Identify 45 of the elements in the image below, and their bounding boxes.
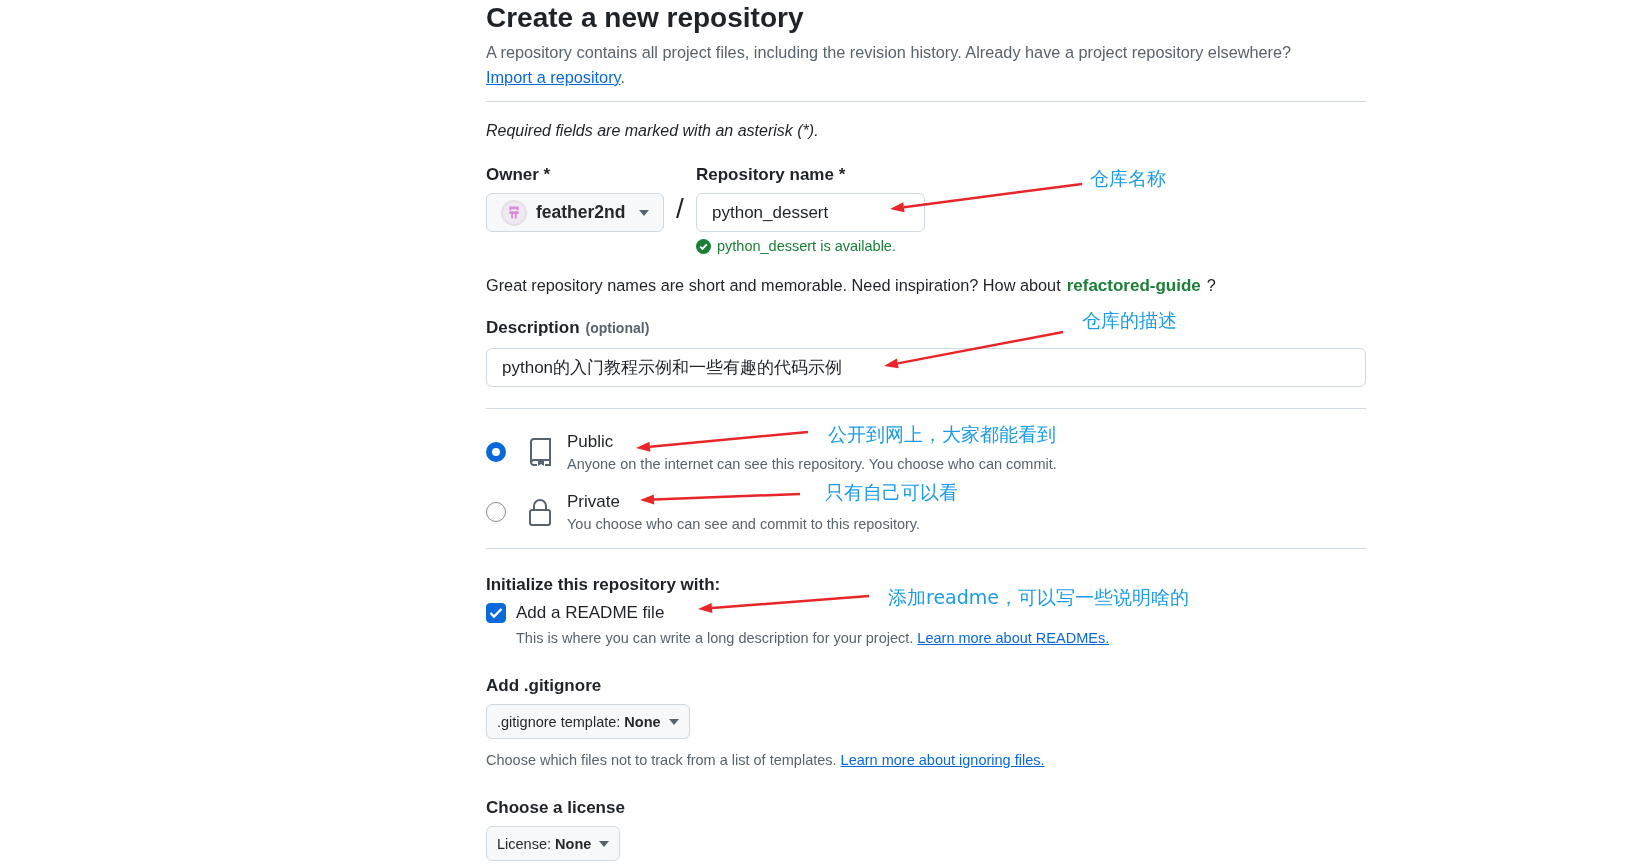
- annotation-text: 仓库的描述: [1082, 308, 1177, 333]
- license-dropdown[interactable]: License: None: [486, 826, 621, 861]
- annotation-text: 添加readme，可以写一些说明啥的: [888, 585, 1189, 610]
- required-note: Required fields are marked with an asterisk (*).: [486, 121, 819, 141]
- caret-icon: [599, 840, 610, 847]
- visibility-option-title: Private: [567, 492, 620, 512]
- intro-text: A repository contains all project files, including the revision history. Already have a project repository elsewhere? Import a repository.: [486, 42, 1293, 88]
- annotation-text: 公开到网上，大家都能看到: [828, 422, 1056, 447]
- owner-separator: /: [675, 192, 685, 226]
- initialize-heading: Initialize this repository with:: [486, 575, 721, 595]
- annotation-text: 仓库名称: [1090, 166, 1166, 191]
- visibility-option-title: Public: [567, 432, 614, 452]
- gitignore-help-text: Choose which files not to track from a list of templates. Learn more about ignoring files.: [486, 752, 1046, 768]
- license-heading: Choose a license: [486, 798, 625, 818]
- repository-name-label: Repository name *: [696, 165, 847, 185]
- gitignore-dropdown[interactable]: .gitignore template: None: [486, 704, 690, 739]
- readme-checkbox-label: Add a README file: [516, 603, 665, 623]
- lock-icon: [528, 498, 552, 526]
- caret-icon: [639, 209, 649, 216]
- availability-message: python_dessert is available.: [717, 238, 896, 254]
- caret-icon: [668, 718, 679, 725]
- suggestion-text: Great repository names are short and memorable. Need inspiration? How about: [486, 276, 1061, 295]
- readme-help-text: This is where you can write a long description for your project. Learn more about READMEs.: [516, 630, 1111, 646]
- page-title: Create a new repository: [486, 1, 805, 35]
- radio-button[interactable]: [486, 442, 506, 462]
- checkbox[interactable]: [486, 603, 506, 623]
- visibility-option-description: You choose who can see and commit to this repository.: [567, 516, 921, 532]
- visibility-option-description: Anyone on the internet can see this repository. You choose who can commit.: [567, 456, 1057, 472]
- owner-label: Owner *: [486, 165, 552, 185]
- avatar-icon: [501, 199, 527, 226]
- book-icon: [528, 438, 552, 466]
- import-repository-link[interactable]: Import a repository: [486, 68, 621, 86]
- question-mark: ?: [1206, 276, 1216, 295]
- check-circle-icon: [696, 238, 711, 254]
- suggested-name-link[interactable]: refactored-guide: [1066, 276, 1201, 296]
- optional-hint: (optional): [585, 320, 650, 336]
- description-label: Description: [486, 318, 580, 338]
- description-field[interactable]: python的入门教程示例和一些有趣的代码示例: [486, 348, 1366, 387]
- gitignore-learn-more-link[interactable]: Learn more about ignoring files.: [840, 752, 1045, 768]
- annotation-text: 只有自己可以看: [825, 480, 958, 505]
- gitignore-heading: Add .gitignore: [486, 676, 602, 696]
- repository-name-field[interactable]: python_dessert: [696, 193, 925, 232]
- owner-dropdown[interactable]: feather2nd: [486, 193, 664, 232]
- radio-button[interactable]: [486, 502, 506, 522]
- readme-learn-more-link[interactable]: Learn more about READMEs.: [917, 630, 1110, 646]
